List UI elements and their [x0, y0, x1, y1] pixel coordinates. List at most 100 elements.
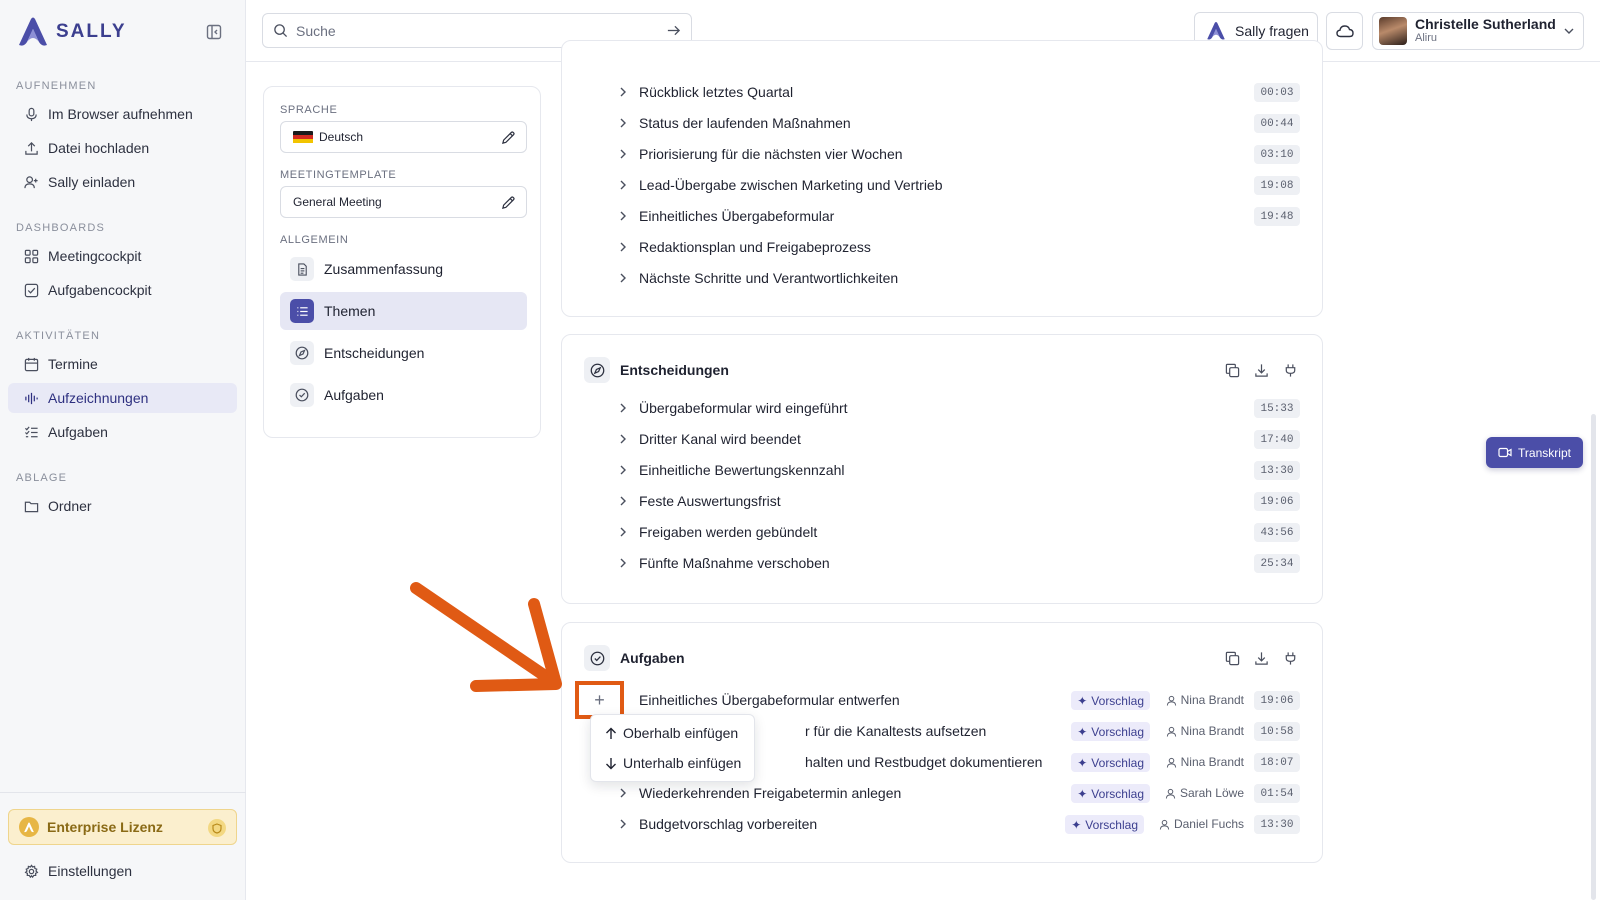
- chevron-right-icon[interactable]: [617, 557, 629, 569]
- chevron-right-icon[interactable]: [617, 818, 629, 830]
- chevron-right-icon[interactable]: [617, 787, 629, 799]
- list-item[interactable]: Feste Auswertungsfrist 19:06: [617, 486, 1300, 516]
- sidebar-item-aufzeichnungen[interactable]: Aufzeichnungen: [8, 383, 237, 413]
- chevron-right-icon[interactable]: [617, 86, 629, 98]
- list-item[interactable]: Dritter Kanal wird beendet 17:40: [617, 424, 1300, 454]
- sidebar-item-aufgaben[interactable]: Aufgaben: [8, 417, 237, 447]
- collapse-sidebar-icon[interactable]: [206, 24, 222, 40]
- assignee[interactable]: Daniel Fuchs: [1159, 817, 1244, 831]
- pencil-icon[interactable]: [501, 130, 516, 145]
- list-item[interactable]: Übergabeformular wird eingeführt 15:33: [617, 393, 1300, 423]
- german-flag-icon: [293, 130, 313, 144]
- copy-icon[interactable]: [1225, 363, 1240, 378]
- list-item[interactable]: Einheitliches Übergabeformular 19:48: [617, 201, 1300, 231]
- timestamp[interactable]: 19:48: [1254, 207, 1300, 226]
- panel-item-topics[interactable]: Themen: [280, 292, 527, 330]
- copy-icon[interactable]: [1225, 651, 1240, 666]
- list-item[interactable]: Freigaben werden gebündelt 43:56: [617, 517, 1300, 547]
- suggestion-badge[interactable]: ✦ Vorschlag: [1071, 753, 1150, 772]
- panel-item-tasks[interactable]: Aufgaben: [280, 376, 527, 414]
- sparkle-icon: ✦: [1077, 724, 1088, 739]
- assignee-name: Sarah Löwe: [1179, 786, 1244, 800]
- timestamp[interactable]: 19:08: [1254, 176, 1300, 195]
- list-item[interactable]: Einheitliche Bewertungskennzahl 13:30: [617, 455, 1300, 485]
- timestamp[interactable]: 03:10: [1254, 145, 1300, 164]
- sidebar-item-invite-sally[interactable]: Sally einladen: [8, 167, 237, 197]
- chevron-right-icon[interactable]: [617, 272, 629, 284]
- template-field[interactable]: General Meeting: [280, 186, 527, 218]
- table-row[interactable]: Einheitliches Übergabeformular entwerfen…: [617, 685, 1300, 715]
- assignee[interactable]: Nina Brandt: [1166, 755, 1244, 769]
- sidebar-item-aufgabencockpit[interactable]: Aufgabencockpit: [8, 275, 237, 305]
- license-badge[interactable]: Enterprise Lizenz: [8, 809, 237, 845]
- chevron-right-icon[interactable]: [617, 117, 629, 129]
- assignee[interactable]: Nina Brandt: [1166, 724, 1244, 738]
- plug-icon[interactable]: [1283, 651, 1298, 666]
- chevron-right-icon[interactable]: [617, 179, 629, 191]
- language-field[interactable]: Deutsch: [280, 121, 527, 153]
- list-item[interactable]: Redaktionsplan und Freigabeprozess: [617, 232, 1300, 262]
- plug-icon[interactable]: [1283, 363, 1298, 378]
- timestamp[interactable]: 18:07: [1254, 753, 1300, 772]
- list-item[interactable]: Priorisierung für die nächsten vier Woch…: [617, 139, 1300, 169]
- list-item[interactable]: Status der laufenden Maßnahmen 00:44: [617, 108, 1300, 138]
- chevron-right-icon[interactable]: [617, 241, 629, 253]
- assignee[interactable]: Nina Brandt: [1166, 693, 1244, 707]
- timestamp[interactable]: 17:40: [1254, 430, 1300, 449]
- chevron-right-icon[interactable]: [617, 148, 629, 160]
- suggestion-badge[interactable]: ✦ Vorschlag: [1071, 691, 1150, 710]
- suggestion-badge[interactable]: ✦ Vorschlag: [1065, 815, 1144, 834]
- chevron-right-icon[interactable]: [617, 495, 629, 507]
- timestamp[interactable]: 43:56: [1254, 523, 1300, 542]
- sidebar-item-ordner[interactable]: Ordner: [8, 491, 237, 521]
- menu-item-insert-below[interactable]: Unterhalb einfügen: [605, 755, 741, 771]
- user-menu[interactable]: Christelle Sutherland Aliru: [1372, 12, 1584, 50]
- list-item[interactable]: Fünfte Maßnahme verschoben 25:34: [617, 548, 1300, 578]
- sidebar-item-settings[interactable]: Einstellungen: [8, 856, 237, 886]
- download-icon[interactable]: [1254, 363, 1269, 378]
- timestamp[interactable]: 13:30: [1254, 815, 1300, 834]
- timestamp[interactable]: 19:06: [1254, 492, 1300, 511]
- timestamp[interactable]: 15:33: [1254, 399, 1300, 418]
- download-icon[interactable]: [1254, 651, 1269, 666]
- list-item[interactable]: Nächste Schritte und Verantwortlichkeite…: [617, 263, 1300, 293]
- sidebar-item-upload[interactable]: Datei hochladen: [8, 133, 237, 163]
- sidebar-item-termine[interactable]: Termine: [8, 349, 237, 379]
- decisions-header: Entscheidungen: [584, 357, 729, 383]
- timestamp[interactable]: 19:06: [1254, 691, 1300, 710]
- timestamp[interactable]: 13:30: [1254, 461, 1300, 480]
- sidebar-item-browser-record[interactable]: Im Browser aufnehmen: [8, 99, 237, 129]
- user-icon: [1166, 757, 1176, 768]
- table-row[interactable]: Budgetvorschlag vorbereiten ✦ Vorschlag D…: [617, 809, 1300, 839]
- panel-item-decisions[interactable]: Entscheidungen: [280, 334, 527, 372]
- chevron-right-icon[interactable]: [617, 210, 629, 222]
- list-item[interactable]: Lead-Übergabe zwischen Marketing und Ver…: [617, 170, 1300, 200]
- brand[interactable]: SALLY: [16, 16, 127, 48]
- chevron-right-icon[interactable]: [617, 526, 629, 538]
- timestamp[interactable]: 00:44: [1254, 114, 1300, 133]
- assignee[interactable]: Sarah Löwe: [1165, 786, 1244, 800]
- timestamp[interactable]: 00:03: [1254, 83, 1300, 102]
- decision-title: Einheitliche Bewertungskennzahl: [639, 462, 845, 478]
- table-row[interactable]: Wiederkehrenden Freigabetermin anlegen ✦…: [617, 778, 1300, 808]
- chevron-right-icon[interactable]: [617, 464, 629, 476]
- cloud-button[interactable]: [1326, 12, 1363, 50]
- suggestion-badge[interactable]: ✦ Vorschlag: [1071, 784, 1150, 803]
- timestamp[interactable]: 10:58: [1254, 722, 1300, 741]
- arrow-right-icon[interactable]: [666, 23, 681, 38]
- menu-item-insert-above[interactable]: Oberhalb einfügen: [605, 725, 738, 741]
- avatar: [1379, 17, 1407, 45]
- timestamp[interactable]: 01:54: [1254, 784, 1300, 803]
- suggestion-badge[interactable]: ✦ Vorschlag: [1071, 722, 1150, 741]
- pencil-icon[interactable]: [501, 195, 516, 210]
- user-name: Christelle Sutherland: [1415, 16, 1556, 32]
- list-item[interactable]: Rückblick letztes Quartal 00:03: [617, 77, 1300, 107]
- scrollbar[interactable]: [1591, 414, 1596, 900]
- search-input[interactable]: [296, 22, 658, 39]
- transcript-button[interactable]: Transkript: [1486, 437, 1583, 468]
- panel-item-summary[interactable]: Zusammenfassung: [280, 250, 527, 288]
- sidebar-item-meetingcockpit[interactable]: Meetingcockpit: [8, 241, 237, 271]
- chevron-right-icon[interactable]: [617, 402, 629, 414]
- chevron-right-icon[interactable]: [617, 433, 629, 445]
- timestamp[interactable]: 25:34: [1254, 554, 1300, 573]
